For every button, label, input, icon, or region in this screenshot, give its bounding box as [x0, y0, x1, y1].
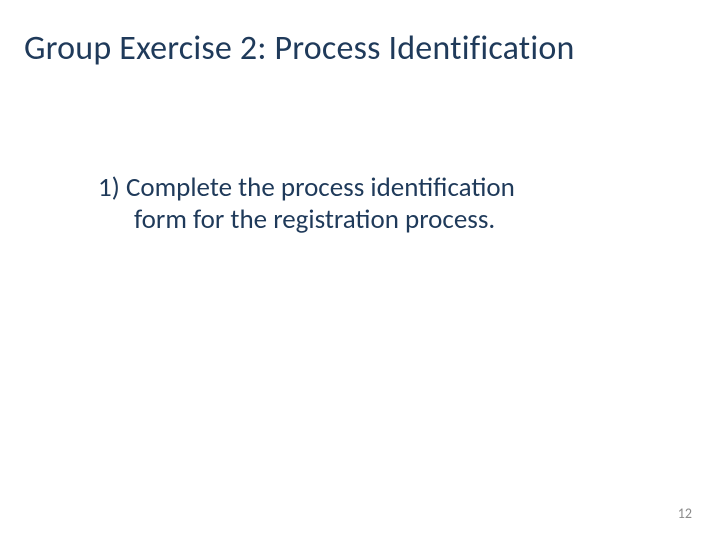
- page-number: 12: [678, 505, 692, 522]
- slide-title: Group Exercise 2: Process Identification: [24, 28, 575, 69]
- body-text: 1) Complete the process identification f…: [98, 172, 578, 236]
- body-line-1: 1) Complete the process identification: [98, 171, 515, 204]
- body-line-2: form for the registration process.: [98, 204, 578, 236]
